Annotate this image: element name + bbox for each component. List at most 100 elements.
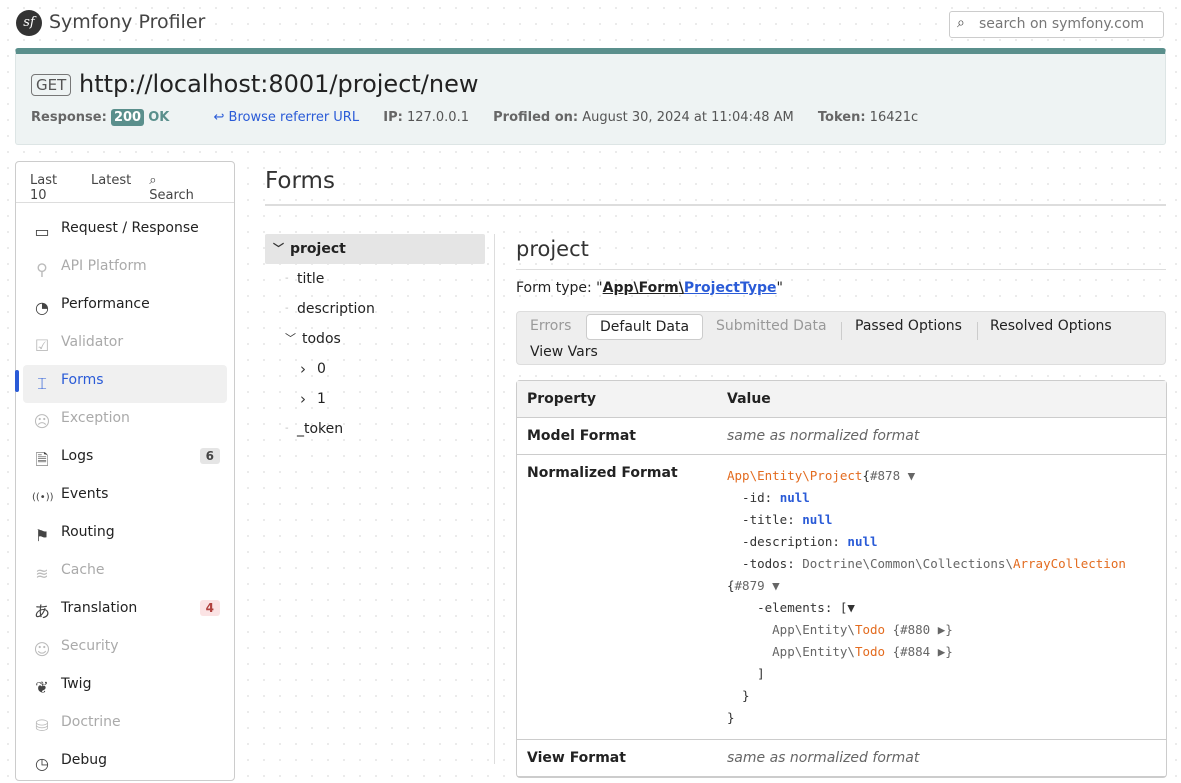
sidebar-item-exception[interactable]: ☹ Exception bbox=[23, 403, 227, 441]
search-link[interactable]: ⌕ Search bbox=[149, 173, 216, 203]
dump-line: -description: null bbox=[727, 531, 1156, 553]
sidebar-item-translation[interactable]: あ Translation 4 bbox=[23, 593, 227, 631]
tree-node[interactable]: ﹀ todos bbox=[265, 324, 494, 354]
sidebar-item-twig[interactable]: ❦ Twig bbox=[23, 669, 227, 707]
property-value: same as normalized format bbox=[717, 740, 1166, 777]
sidebar-item-security[interactable]: ☺ Security bbox=[23, 631, 227, 669]
dump-token: Doctrine\Common\Collections\ bbox=[802, 556, 1013, 571]
dump-line: -title: null bbox=[727, 509, 1156, 531]
dump-line: App\Entity\Todo {#880 ▶} bbox=[727, 619, 1156, 641]
dump-token: Todo bbox=[854, 644, 886, 659]
var-dump[interactable]: App\Entity\Project{#878 ▼ -id: null -tit… bbox=[727, 465, 1156, 729]
form-type-link[interactable]: App\Form\ bbox=[603, 280, 684, 296]
tab-view-vars[interactable]: View Vars bbox=[517, 340, 611, 366]
tab-default-data[interactable]: Default Data bbox=[586, 314, 704, 340]
browse-referrer-link[interactable]: ↩ Browse referrer URL bbox=[214, 110, 360, 125]
sidebar-item-label: Twig bbox=[61, 676, 92, 692]
leaf-icon: - bbox=[285, 273, 289, 284]
data-table: Property Value Model Format same as normal… bbox=[516, 380, 1167, 778]
tree-node[interactable]: - _token bbox=[265, 414, 494, 444]
sprout-icon: ❦ bbox=[35, 678, 49, 697]
latest-link[interactable]: Latest bbox=[91, 173, 131, 202]
last-10-link[interactable]: Last 10 bbox=[30, 173, 73, 203]
file-alert-icon: 🗎 bbox=[35, 450, 49, 469]
dump-line: App\Entity\Project{#878 ▼ bbox=[727, 465, 1156, 487]
sidebar-item-doctrine[interactable]: ⛁ Doctrine bbox=[23, 707, 227, 745]
sidebar-item-api-platform[interactable]: ⚲ API Platform bbox=[23, 251, 227, 289]
form-detail-title: project bbox=[516, 234, 1166, 270]
form-type: Form type: "App\Form\ProjectType" bbox=[516, 280, 783, 296]
profiled-label: Profiled on: bbox=[493, 110, 579, 125]
dump-token: } bbox=[727, 710, 735, 725]
tab-separator bbox=[977, 322, 978, 340]
tree-node[interactable]: ﹀ project bbox=[265, 234, 485, 264]
dump-line: -id: null bbox=[727, 487, 1156, 509]
tab-submitted-data[interactable]: Submitted Data bbox=[703, 314, 840, 340]
column-header-property: Property bbox=[517, 381, 717, 418]
tree-node[interactable]: › 0 bbox=[265, 354, 494, 384]
dump-token: -id: bbox=[727, 490, 780, 505]
tab-errors[interactable]: Errors bbox=[517, 314, 584, 340]
sidebar-item-validator[interactable]: ☑ Validator bbox=[23, 327, 227, 365]
form-detail: project Form type: "App\Form\ProjectType… bbox=[516, 234, 1167, 778]
chevron-down-icon[interactable]: ﹀ bbox=[285, 324, 296, 354]
sidebar-item-events[interactable]: ((•)) Events bbox=[23, 479, 227, 517]
debug-icon: ◷ bbox=[35, 754, 49, 773]
symfony-logo[interactable]: sf bbox=[16, 10, 42, 36]
property-value: same as normalized format bbox=[717, 418, 1166, 455]
data-tabs: Errors Default Data Submitted Data Passed O… bbox=[516, 311, 1166, 365]
tree-node-label: todos bbox=[302, 331, 341, 347]
brand-title[interactable]: Symfony Profiler bbox=[49, 11, 205, 33]
ns-part: Form bbox=[638, 280, 679, 296]
sidebar-item-label: Events bbox=[61, 486, 109, 502]
table-row: Model Format same as normalized format bbox=[517, 418, 1166, 455]
tree-node-label: _token bbox=[297, 421, 344, 437]
leaf-icon: - bbox=[285, 303, 289, 314]
ip-label: IP: bbox=[383, 110, 403, 125]
signpost-icon: ⚑ bbox=[34, 526, 50, 545]
dump-line: {#879 ▼ bbox=[727, 575, 1156, 597]
sidebar-item-cache[interactable]: ≋ Cache bbox=[23, 555, 227, 593]
search-link-label: Search bbox=[149, 188, 194, 203]
sidebar-item-label: Security bbox=[61, 638, 119, 654]
sidebar-item-forms[interactable]: ⌶ Forms bbox=[15, 365, 227, 403]
dump-token: ArrayCollection bbox=[1012, 556, 1126, 571]
column-header-value: Value bbox=[717, 381, 1166, 418]
chevron-right-icon[interactable]: › bbox=[300, 354, 306, 384]
token-value[interactable]: 16421c bbox=[870, 110, 919, 125]
chevron-down-icon[interactable]: ﹀ bbox=[273, 234, 284, 264]
form-tree: ﹀ project - title - description ﹀ todos › 0 › 1- _to… bbox=[265, 234, 495, 764]
tree-node[interactable]: - title bbox=[265, 264, 494, 294]
tree-node[interactable]: - description bbox=[265, 294, 494, 324]
user-icon: ☺ bbox=[33, 640, 51, 659]
count-badge: 4 bbox=[199, 600, 220, 616]
dump-line: } bbox=[727, 685, 1156, 707]
table-row: Normalized Format App\Entity\Project{#878… bbox=[517, 455, 1166, 740]
dump-token: {#884 ▶} bbox=[885, 644, 953, 659]
sidebar-item-performance[interactable]: ◔ Performance bbox=[23, 289, 227, 327]
dump-token: #879 ▼ bbox=[734, 578, 780, 593]
dump-token: -todos: bbox=[727, 556, 803, 571]
tab-resolved-options[interactable]: Resolved Options bbox=[977, 314, 1125, 340]
form-type-class-link[interactable]: ProjectType bbox=[684, 280, 777, 296]
dump-token: App\Entity\Project bbox=[727, 468, 863, 483]
sidebar-item-label: Logs bbox=[61, 448, 94, 464]
chevron-right-icon[interactable]: › bbox=[300, 384, 306, 414]
back-arrow-icon: ↩ bbox=[213, 110, 225, 125]
tab-passed-options[interactable]: Passed Options bbox=[842, 314, 975, 340]
count-badge: 6 bbox=[199, 448, 220, 464]
tree-node-label: 0 bbox=[317, 361, 326, 377]
sidebar-item-debug[interactable]: ◷ Debug bbox=[23, 745, 227, 783]
sidebar-item-routing[interactable]: ⚑ Routing bbox=[23, 517, 227, 555]
dump-line: } bbox=[727, 707, 1156, 729]
title-divider bbox=[265, 204, 1166, 206]
dump-token: null bbox=[847, 534, 878, 549]
dump-token: } bbox=[727, 688, 750, 703]
search-input[interactable]: ⌕ search on symfony.com bbox=[949, 11, 1164, 38]
sidebar-item-label: Request / Response bbox=[61, 220, 199, 236]
sidebar-item-request-response[interactable]: ▭ Request / Response bbox=[23, 213, 227, 251]
sidebar-item-label: API Platform bbox=[61, 258, 147, 274]
sidebar-item-logs[interactable]: 🗎 Logs 6 bbox=[23, 441, 227, 479]
tree-node[interactable]: › 1 bbox=[265, 384, 494, 414]
dump-token: { bbox=[862, 468, 870, 483]
